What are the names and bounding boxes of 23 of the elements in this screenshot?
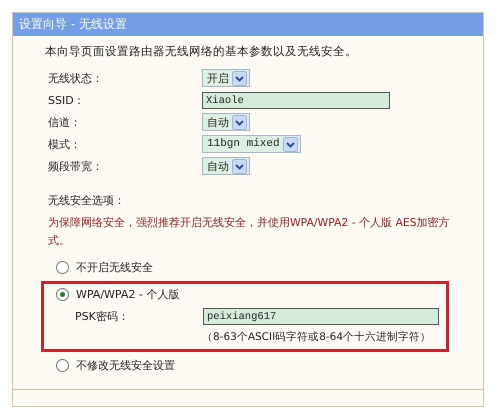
field-label: 信道： [47,114,82,130]
input-field[interactable]: Xiaole [202,92,390,108]
dropdown[interactable]: 开启 [202,69,250,87]
dropdown[interactable]: 11bgn mixed [202,135,301,153]
panel-title: 设置向导 - 无线设置 [13,13,483,36]
radio-button[interactable] [56,359,69,372]
radio-button[interactable] [56,261,69,274]
radio-label: WPA/WPA2 - 个人版 [76,287,180,302]
dropdown[interactable]: 自动 [202,157,250,175]
radio-label: 不修改无线安全设置 [76,358,175,373]
field-label: 频段带宽： [47,158,104,174]
hint-text: （8-63个ASCII码字符或8-64个十六进制字符） [202,330,432,344]
field-label: 模式： [47,136,82,152]
warning-text: 为保障网络安全，强烈推荐开启无线安全，并使用WPA/WPA2 - 个人版 AES加密方式。 [47,215,451,249]
dropdown[interactable]: 自动 [202,113,250,131]
radio-button[interactable] [56,288,69,301]
field-label: 无线状态： [47,70,104,86]
intro-text: 本向导页面设置路由器无线网络的基本参数以及无线安全。 [45,44,358,59]
radio-label: 不开启无线安全 [76,260,153,275]
field-label: PSK密码： [75,309,130,324]
field-label: SSID： [47,92,86,108]
section-title: 无线安全选项： [47,193,126,208]
password-field[interactable]: peixiang617 [203,308,439,325]
